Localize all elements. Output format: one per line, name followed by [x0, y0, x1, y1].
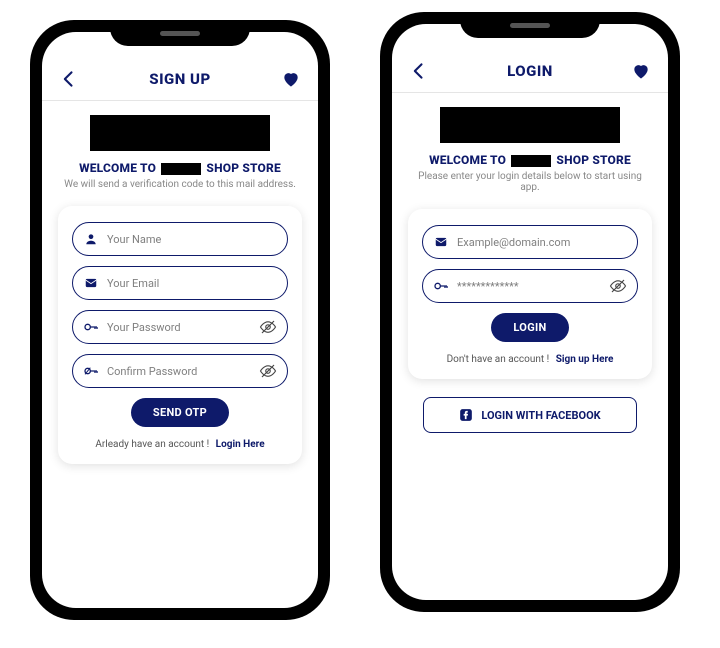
login-email-field[interactable]: Example@domain.com [422, 225, 638, 259]
login-email-input[interactable]: Example@domain.com [457, 236, 627, 249]
signup-title: SIGN UP [149, 70, 210, 88]
email-field[interactable]: Your Email [72, 266, 288, 300]
logo-redacted [90, 115, 270, 151]
signup-card: Your Name Your Email Your Password [58, 206, 302, 464]
login-here-link[interactable]: Login Here [216, 439, 265, 450]
signup-subtext: We will send a verification code to this… [64, 179, 296, 190]
send-otp-button[interactable]: SEND OTP [131, 398, 229, 427]
welcome-text: WELCOME TO SHOP STORE [79, 161, 281, 175]
password-field[interactable]: Your Password [72, 310, 288, 344]
heart-icon[interactable] [280, 68, 302, 90]
eye-off-icon[interactable] [259, 318, 277, 336]
mail-icon [83, 275, 99, 291]
key-icon [83, 319, 99, 335]
person-icon [83, 231, 99, 247]
mail-icon [433, 234, 449, 250]
name-field[interactable]: Your Name [72, 222, 288, 256]
login-footer: Don't have an account ! Sign up Here [447, 354, 614, 365]
facebook-button-label: LOGIN WITH FACEBOOK [481, 409, 600, 422]
eye-off-icon[interactable] [259, 362, 277, 380]
facebook-icon [459, 408, 473, 422]
signup-here-link[interactable]: Sign up Here [556, 354, 614, 365]
login-password-field[interactable]: ************* [422, 269, 638, 303]
eye-off-icon[interactable] [609, 277, 627, 295]
back-icon[interactable] [408, 60, 430, 82]
phone-notch [460, 12, 600, 38]
login-with-facebook-button[interactable]: LOGIN WITH FACEBOOK [423, 397, 638, 433]
signup-footer: Arleady have an account ! Login Here [95, 439, 264, 450]
brand-redacted [511, 155, 551, 167]
phone-login: LOGIN WELCOME TO SHOP STORE Please enter… [380, 12, 680, 612]
key-icon [83, 363, 99, 379]
key-icon [433, 278, 449, 294]
back-icon[interactable] [58, 68, 80, 90]
login-subtext: Please enter your login details below to… [408, 171, 652, 193]
login-password-input[interactable]: ************* [457, 280, 601, 293]
logo-redacted [440, 107, 620, 143]
welcome-text: WELCOME TO SHOP STORE [429, 153, 631, 167]
confirm-password-input[interactable]: Confirm Password [107, 365, 251, 378]
confirm-password-field[interactable]: Confirm Password [72, 354, 288, 388]
brand-redacted [161, 163, 201, 175]
phone-signup: SIGN UP WELCOME TO SHOP STORE We will se… [30, 20, 330, 620]
login-title: LOGIN [507, 62, 553, 80]
heart-icon[interactable] [630, 60, 652, 82]
password-input[interactable]: Your Password [107, 321, 251, 334]
login-card: Example@domain.com ************* LOGIN D [408, 209, 652, 379]
login-button[interactable]: LOGIN [491, 313, 568, 342]
phone-notch [110, 20, 250, 46]
email-input[interactable]: Your Email [107, 277, 277, 290]
name-input[interactable]: Your Name [107, 233, 277, 246]
